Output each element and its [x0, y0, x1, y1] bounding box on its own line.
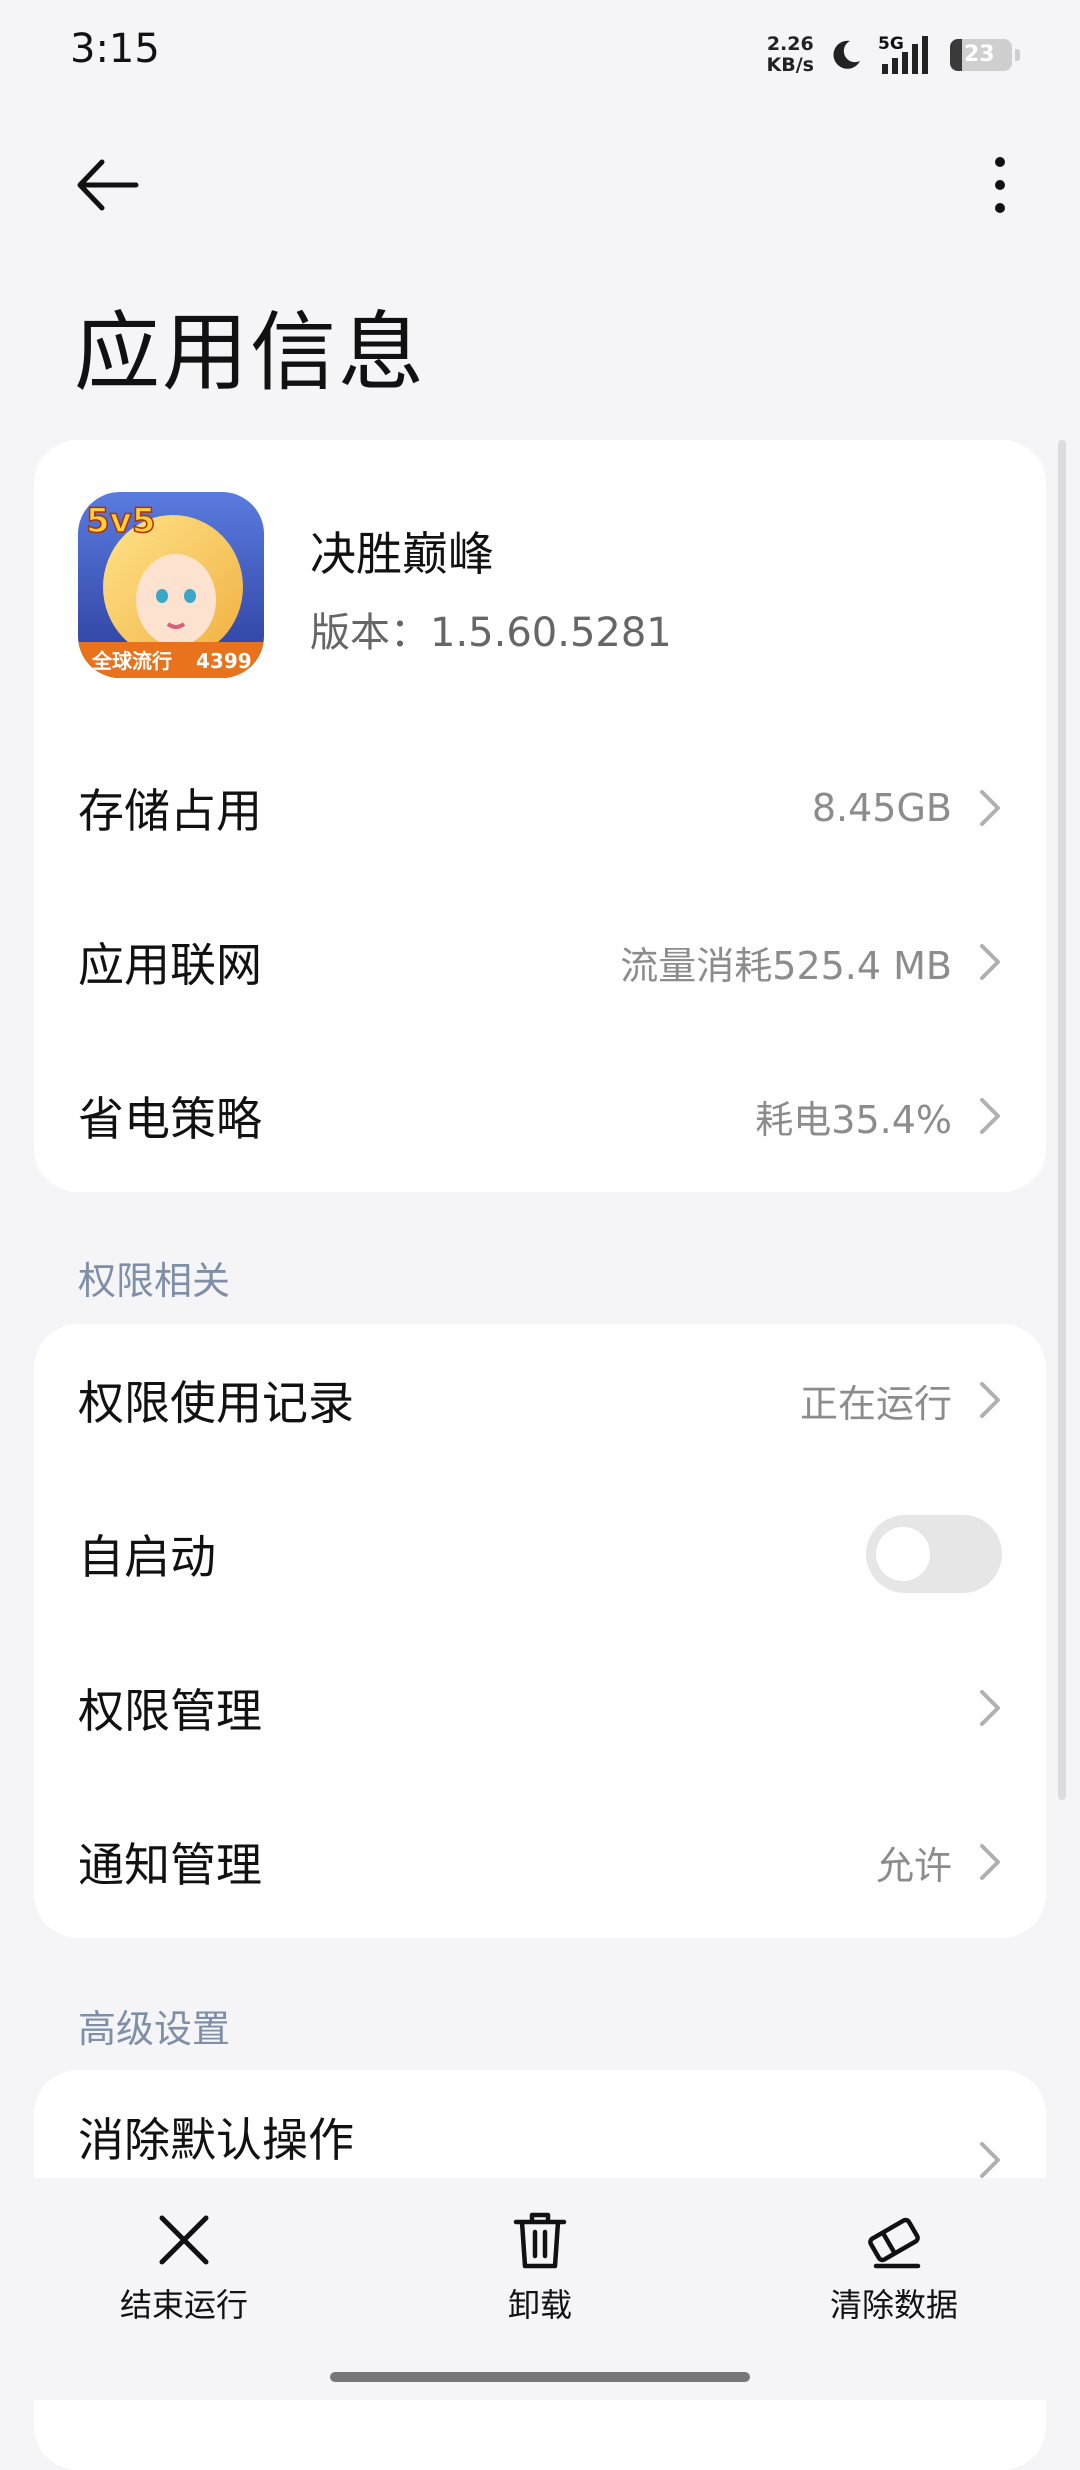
section-title-advanced: 高级设置 [78, 2007, 231, 2051]
app-icon-badge: 5v5 [86, 501, 155, 541]
stop-label: 结束运行 [119, 2286, 248, 2324]
eraser-icon [868, 2217, 921, 2269]
chevron-right-icon [980, 1098, 1000, 1134]
app-info-card: 5v5 全球流行 4399 决胜巅峰 版本：1.5.60.5281 存储占用 8… [34, 440, 1046, 1192]
row-battery-saver[interactable]: 省电策略 耗电35.4% [34, 1040, 1046, 1192]
app-icon-banner: 全球流行 [91, 649, 172, 673]
bottom-action-bar: 结束运行 卸载 清除数据 [0, 2178, 1080, 2400]
network-speed: 2.26 KB/s [766, 33, 814, 76]
row-value: 耗电35.4% [755, 1097, 952, 1142]
row-notification-management[interactable]: 通知管理 允许 [34, 1786, 1046, 1938]
row-label: 权限使用记录 [78, 1376, 354, 1430]
row-label: 自启动 [78, 1530, 216, 1584]
chevron-right-icon [980, 1690, 1000, 1726]
row-label: 应用联网 [78, 938, 262, 992]
row-value: 8.45GB [811, 786, 952, 830]
arrow-left-icon [77, 159, 139, 211]
status-bar: 3:15 2.26 KB/s 5G 23 [0, 0, 1080, 110]
trash-icon [513, 2212, 567, 2269]
autostart-toggle[interactable] [866, 1515, 1002, 1593]
close-icon [159, 2215, 209, 2265]
row-label: 权限管理 [78, 1684, 262, 1738]
row-value: 正在运行 [799, 1381, 952, 1426]
row-network[interactable]: 应用联网 流量消耗525.4 MB [34, 886, 1046, 1038]
moon-icon [833, 40, 860, 69]
clear-data-label: 清除数据 [829, 2286, 958, 2324]
row-value: 允许 [875, 1843, 952, 1888]
uninstall-label: 卸载 [507, 2286, 572, 2324]
row-value: 流量消耗525.4 MB [620, 943, 952, 988]
chevron-right-icon [980, 790, 1000, 826]
more-vertical-icon [995, 157, 1005, 213]
clear-data-button[interactable]: 清除数据 [774, 2208, 1014, 2326]
chevron-right-icon [980, 1382, 1000, 1418]
row-label: 存储占用 [78, 784, 262, 838]
status-time: 3:15 [70, 26, 160, 72]
section-title-permissions: 权限相关 [78, 1259, 231, 1303]
row-label: 消除默认操作 [78, 2113, 354, 2167]
chevron-right-icon [980, 944, 1000, 980]
row-label: 通知管理 [78, 1838, 262, 1892]
signal-icon: 5G [878, 34, 936, 76]
status-icons: 2.26 KB/s 5G 23 [766, 30, 1020, 80]
more-options-button[interactable] [970, 150, 1030, 220]
uninstall-button[interactable]: 卸载 [420, 2208, 660, 2326]
row-label: 省电策略 [78, 1092, 262, 1146]
scrollbar[interactable] [1058, 440, 1066, 1800]
home-indicator[interactable] [330, 2372, 750, 2382]
row-permission-management[interactable]: 权限管理 [34, 1632, 1046, 1784]
back-button[interactable] [72, 150, 142, 220]
page-title: 应用信息 [74, 303, 426, 403]
app-name: 决胜巅峰 [310, 527, 494, 581]
row-permission-usage[interactable]: 权限使用记录 正在运行 [34, 1324, 1046, 1476]
chevron-right-icon [980, 1844, 1000, 1880]
row-autostart: 自启动 [34, 1478, 1046, 1630]
app-version: 版本：1.5.60.5281 [310, 610, 672, 656]
battery-icon: 23 [950, 39, 1020, 71]
row-storage[interactable]: 存储占用 8.45GB [34, 732, 1046, 884]
permissions-card: 权限使用记录 正在运行 自启动 权限管理 通知管理 允许 [34, 1324, 1046, 1938]
app-icon-number: 4399 [196, 649, 252, 673]
app-icon: 5v5 全球流行 4399 [78, 492, 264, 678]
toggle-knob [876, 1527, 930, 1581]
stop-button[interactable]: 结束运行 [64, 2208, 304, 2326]
chevron-right-icon [980, 2142, 1000, 2178]
